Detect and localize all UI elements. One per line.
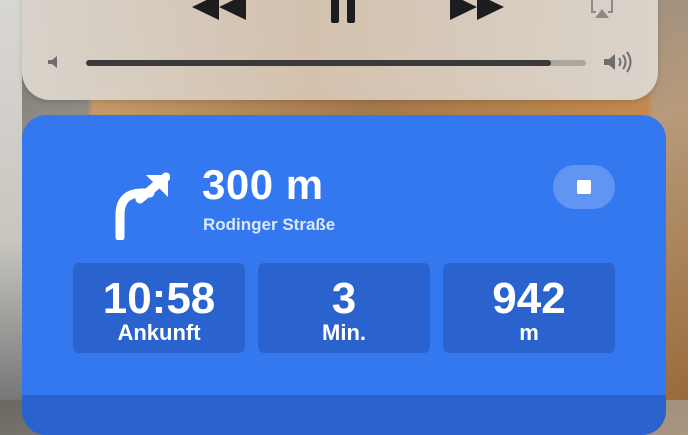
rewind-button[interactable] bbox=[184, 0, 254, 30]
remaining-time-value: 3 bbox=[331, 274, 357, 323]
turn-right-arrow-icon bbox=[110, 165, 171, 242]
navigation-bottom-bar bbox=[22, 395, 666, 435]
airplay-button[interactable] bbox=[582, 0, 622, 30]
stop-navigation-button[interactable] bbox=[553, 165, 615, 209]
volume-control bbox=[42, 50, 638, 74]
street-name: Rodinger Straße bbox=[203, 215, 336, 234]
trip-stats: 10:58 Ankunft 3 Min. 942 m bbox=[73, 263, 615, 353]
fast-forward-icon bbox=[446, 0, 508, 30]
remaining-time-label: Min. bbox=[322, 320, 366, 345]
remaining-distance-label: m bbox=[519, 320, 539, 345]
media-player bbox=[22, 0, 658, 100]
stop-icon bbox=[577, 180, 591, 194]
speaker-high-icon bbox=[602, 50, 638, 74]
maneuver-distance: 300 m bbox=[202, 161, 324, 208]
volume-slider[interactable] bbox=[86, 60, 586, 66]
arrival-time-value: 10:58 bbox=[102, 274, 216, 323]
speaker-low-icon bbox=[46, 50, 66, 74]
pause-icon bbox=[328, 0, 358, 31]
airplay-icon bbox=[589, 0, 615, 23]
arrival-time-tile: 10:58 Ankunft bbox=[73, 263, 245, 353]
arrival-time-label: Ankunft bbox=[117, 320, 201, 345]
fast-forward-button[interactable] bbox=[442, 0, 512, 30]
background-panel bbox=[0, 0, 22, 400]
volume-slider-fill bbox=[86, 60, 551, 66]
media-controls bbox=[22, 0, 658, 30]
remaining-distance-tile: 942 m bbox=[443, 263, 615, 353]
navigation-card[interactable]: 300 m Rodinger Straße 10:58 Ankunft 3 Mi… bbox=[22, 115, 666, 435]
pause-button[interactable] bbox=[318, 0, 368, 30]
rewind-icon bbox=[188, 0, 250, 30]
remaining-time-tile: 3 Min. bbox=[258, 263, 430, 353]
remaining-distance-value: 942 bbox=[492, 274, 566, 323]
